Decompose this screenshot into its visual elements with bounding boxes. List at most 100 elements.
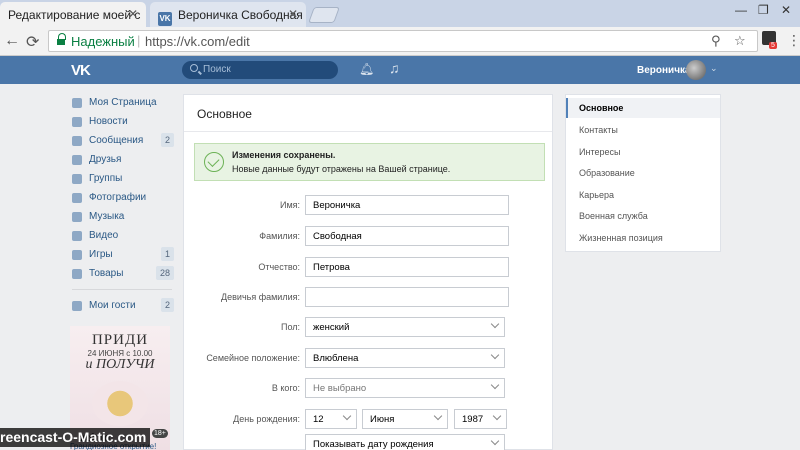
count-badge: 2 [160, 133, 174, 147]
chevron-down-icon[interactable]: ⌄ [710, 63, 718, 74]
search-icon [190, 64, 198, 72]
nav-item-military[interactable]: Военная служба [566, 206, 720, 226]
music-note-icon[interactable]: ♫ [389, 60, 400, 76]
relationship-value: Влюблена [313, 353, 359, 364]
reload-icon[interactable]: ⟳ [26, 32, 39, 52]
sidebar-item-label: Сообщения [89, 135, 144, 146]
last-name-field[interactable]: Свободная [305, 226, 509, 246]
chevron-down-icon [490, 436, 500, 446]
vk-header: VK Поиск 🔔︎ ♫ Вероничка ⌄ [0, 56, 800, 84]
lock-icon [57, 33, 66, 46]
divider [184, 131, 552, 132]
vk-logo[interactable]: VK [71, 62, 91, 79]
birthday-day-value: 12 [313, 414, 324, 425]
nav-item-contacts[interactable]: Контакты [566, 120, 720, 140]
sidebar-item-messages[interactable]: Сообщения 2 [70, 132, 174, 150]
search-placeholder: Поиск [203, 64, 231, 75]
sidebar-item-groups[interactable]: Группы [70, 170, 174, 188]
relationship-select[interactable]: Влюблена [305, 348, 505, 368]
sidebar-item-label: Друзья [89, 154, 122, 165]
new-tab-button[interactable] [308, 7, 340, 23]
nav-item-career[interactable]: Карьера [566, 185, 720, 205]
birthday-visibility-value: Показывать дату рождения [313, 439, 434, 450]
url-text: https://vk.com/edit [145, 34, 250, 49]
birthday-day-select[interactable]: 12 [305, 409, 357, 429]
last-name-label: Фамилия: [259, 231, 300, 241]
avatar[interactable] [686, 60, 706, 80]
check-circle-icon [204, 152, 224, 172]
sidebar-item-my-page[interactable]: Моя Страница [70, 94, 174, 112]
success-text: Новые данные будут отражены на Вашей стр… [232, 164, 451, 174]
games-icon [72, 250, 82, 260]
partner-value: Не выбрано [313, 383, 367, 394]
sidebar-item-video[interactable]: Видео [70, 227, 174, 245]
chevron-down-icon [490, 380, 500, 390]
vk-favicon-icon: VK [158, 12, 172, 26]
secure-label: Надежный [71, 34, 135, 49]
ad-subtitle: и ПОЛУЧИ [85, 357, 155, 372]
maiden-name-label: Девичья фамилия: [221, 292, 300, 302]
sidebar-item-label: Фотографии [89, 192, 147, 203]
sidebar-item-music[interactable]: Музыка [70, 208, 174, 226]
sidebar-item-games[interactable]: Игры 1 [70, 246, 174, 264]
maiden-name-field[interactable] [305, 287, 509, 307]
address-bar-row: ← ⟳ Надежный | https://vk.com/edit ⚲ ☆ [0, 27, 800, 56]
search-input[interactable]: Поиск [182, 61, 338, 79]
header-username[interactable]: Вероничка [637, 65, 691, 76]
sidebar-item-label: Мои гости [89, 300, 136, 311]
sidebar-item-guests[interactable]: Мои гости 2 [70, 297, 174, 315]
sex-label: Пол: [280, 322, 300, 332]
chevron-down-icon [492, 411, 502, 421]
close-tab-icon[interactable]: ✕ [288, 7, 298, 21]
friends-icon [72, 155, 82, 165]
nav-item-interests[interactable]: Интересы [566, 142, 720, 162]
chevron-down-icon [433, 411, 443, 421]
birthday-label: День рождения: [233, 414, 300, 424]
close-tab-icon[interactable]: ✕ [128, 7, 138, 21]
chevron-down-icon [342, 411, 352, 421]
age-badge: 18+ [152, 429, 168, 438]
guests-icon [72, 301, 82, 311]
page-title: Основное [197, 107, 252, 121]
relationship-label: Семейное положение: [206, 353, 300, 363]
news-icon [72, 117, 82, 127]
sex-select[interactable]: женский [305, 317, 505, 337]
zoom-icon[interactable]: ⚲ [711, 33, 721, 49]
minimize-icon[interactable]: — [735, 3, 747, 17]
birthday-visibility-select[interactable]: Показывать дату рождения [305, 434, 505, 450]
tab-title: Редактирование моей с [8, 8, 141, 22]
sidebar-item-label: Моя Страница [89, 97, 157, 108]
recording-watermark: reencast-O-Matic.com [0, 428, 151, 447]
count-badge: 2 [160, 298, 174, 312]
sex-value: женский [313, 322, 350, 333]
sidebar-item-news[interactable]: Новости [70, 113, 174, 131]
sidebar-item-label: Видео [89, 230, 119, 241]
omnibox[interactable]: Надежный | https://vk.com/edit ⚲ ☆ [48, 30, 758, 52]
birthday-year-select[interactable]: 1987 [454, 409, 507, 429]
sidebar-item-photos[interactable]: Фотографии [70, 189, 174, 207]
success-message: Изменения сохранены. Новые данные будут … [194, 143, 545, 181]
nav-item-education[interactable]: Образование [566, 163, 720, 183]
maximize-icon[interactable]: ❐ [758, 3, 769, 17]
notifications-bell-icon[interactable]: 🔔︎ [359, 62, 374, 76]
nav-item-basic[interactable]: Основное [566, 98, 720, 118]
edit-profile-panel: Основное Изменения сохранены. Новые данн… [183, 94, 553, 450]
video-icon [72, 231, 82, 241]
tab-profile[interactable]: VK Вероничка Свободная ✕ [150, 2, 306, 27]
patronymic-field[interactable]: Петрова [305, 257, 509, 277]
tab-edit-page[interactable]: Редактирование моей с ✕ [0, 2, 146, 27]
bookmark-star-icon[interactable]: ☆ [734, 33, 746, 49]
menu-divider [72, 289, 172, 290]
back-arrow-icon[interactable]: ← [4, 32, 20, 50]
browser-menu-icon[interactable]: ⋮ [787, 32, 800, 49]
partner-select[interactable]: Не выбрано [305, 378, 505, 398]
photos-icon [72, 193, 82, 203]
nav-item-life-position[interactable]: Жизненная позиция [566, 228, 720, 248]
sidebar-item-friends[interactable]: Друзья [70, 151, 174, 169]
sidebar-item-goods[interactable]: Товары 28 [70, 265, 174, 283]
first-name-field[interactable]: Вероничка [305, 195, 509, 215]
url-separator: | [137, 33, 141, 48]
close-window-icon[interactable]: ✕ [781, 3, 791, 17]
birthday-month-select[interactable]: Июня [362, 409, 448, 429]
messages-icon [72, 136, 82, 146]
